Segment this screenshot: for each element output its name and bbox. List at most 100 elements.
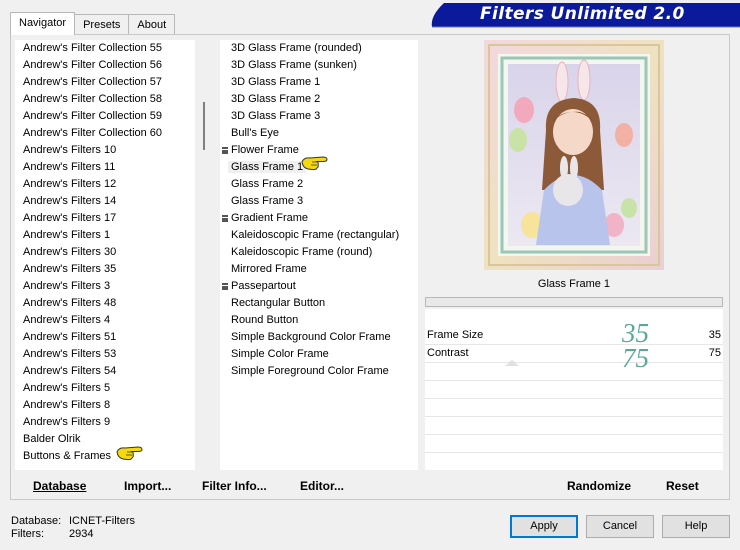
param-toolbar: Randomize Reset bbox=[425, 474, 723, 498]
category-item[interactable]: Balder Olrik bbox=[23, 431, 195, 448]
filter-info-button[interactable]: Filter Info... bbox=[202, 479, 267, 493]
database-button[interactable]: Database bbox=[33, 479, 86, 493]
category-item[interactable]: Andrew's Filters 51 bbox=[23, 329, 195, 346]
database-label: Database: bbox=[11, 515, 62, 527]
category-scrollbar[interactable] bbox=[196, 40, 212, 470]
category-item[interactable]: Andrew's Filter Collection 56 bbox=[23, 57, 195, 74]
category-item[interactable]: Andrew's Filters 3 bbox=[23, 278, 195, 295]
filter-item[interactable]: Gradient Frame bbox=[222, 210, 418, 227]
grip-marker-icon bbox=[222, 215, 228, 222]
filter-item[interactable]: Mirrored Frame bbox=[231, 261, 418, 278]
filter-item[interactable]: Glass Frame 3 bbox=[231, 193, 418, 210]
pointing-hand-icon bbox=[116, 446, 143, 461]
category-item[interactable]: Andrew's Filters 17 bbox=[23, 210, 195, 227]
filter-item[interactable]: 3D Glass Frame (sunken) bbox=[231, 57, 418, 74]
filter-item[interactable]: 3D Glass Frame 2 bbox=[231, 91, 418, 108]
category-item[interactable]: Andrew's Filters 54 bbox=[23, 363, 195, 380]
category-item[interactable]: Andrew's Filter Collection 55 bbox=[23, 40, 195, 57]
filter-item-label: 3D Glass Frame 2 bbox=[231, 93, 321, 105]
filter-item-label: Glass Frame 3 bbox=[231, 195, 304, 207]
randomize-button[interactable]: Randomize bbox=[567, 479, 631, 493]
filter-item-label: 3D Glass Frame (sunken) bbox=[231, 59, 357, 71]
category-item[interactable]: Andrew's Filter Collection 60 bbox=[23, 125, 195, 142]
category-item[interactable]: Andrew's Filters 11 bbox=[23, 159, 195, 176]
category-item[interactable]: Andrew's Filters 53 bbox=[23, 346, 195, 363]
filter-item[interactable]: Simple Foreground Color Frame bbox=[231, 363, 418, 380]
grip-marker-icon bbox=[222, 147, 228, 154]
tab-bar: Navigator Presets About bbox=[10, 12, 176, 35]
category-item[interactable]: Andrew's Filters 4 bbox=[23, 312, 195, 329]
apply-button[interactable]: Apply bbox=[510, 515, 578, 538]
reset-button[interactable]: Reset bbox=[666, 479, 699, 493]
editor-button[interactable]: Editor... bbox=[300, 479, 344, 493]
filter-item-label: Simple Foreground Color Frame bbox=[231, 365, 389, 377]
param-label: Contrast bbox=[427, 347, 469, 359]
param-value[interactable]: 35 bbox=[709, 329, 721, 341]
category-item[interactable]: Andrew's Filter Collection 57 bbox=[23, 74, 195, 91]
category-item[interactable]: Andrew's Filters 8 bbox=[23, 397, 195, 414]
category-item[interactable]: Andrew's Filters 9 bbox=[23, 414, 195, 431]
param-row-contrast[interactable]: Contrast 75 bbox=[425, 345, 723, 366]
filter-item[interactable]: Glass Frame 2 bbox=[231, 176, 418, 193]
empty-param-row bbox=[425, 363, 723, 381]
filter-item-label: Passepartout bbox=[231, 280, 296, 292]
empty-param-row bbox=[425, 435, 723, 453]
empty-param-row bbox=[425, 381, 723, 399]
filter-item[interactable]: Rectangular Button bbox=[231, 295, 418, 312]
filter-item-label: Simple Background Color Frame bbox=[231, 331, 391, 343]
preview-image bbox=[484, 40, 664, 270]
filter-item[interactable]: Kaleidoscopic Frame (rectangular) bbox=[231, 227, 418, 244]
category-item[interactable]: Andrew's Filters 12 bbox=[23, 176, 195, 193]
filter-item[interactable]: Bull's Eye bbox=[231, 125, 418, 142]
preview-panel bbox=[425, 40, 723, 270]
tab-presets[interactable]: Presets bbox=[74, 14, 130, 35]
filter-item[interactable]: Round Button bbox=[231, 312, 418, 329]
help-button[interactable]: Help bbox=[662, 515, 730, 538]
param-label: Frame Size bbox=[427, 329, 484, 341]
filter-item[interactable]: 3D Glass Frame (rounded) bbox=[231, 40, 418, 57]
filter-item[interactable]: 3D Glass Frame 1 bbox=[231, 74, 418, 91]
category-item[interactable]: Andrew's Filter Collection 58 bbox=[23, 91, 195, 108]
banner-title: Filters Unlimited 2.0 bbox=[480, 4, 685, 24]
progress-bar bbox=[425, 297, 723, 307]
import-button[interactable]: Import... bbox=[124, 479, 171, 493]
param-row-frame-size[interactable]: Frame Size 35 bbox=[425, 327, 723, 345]
filter-item-label: Kaleidoscopic Frame (rectangular) bbox=[231, 229, 400, 241]
filter-item-label: Mirrored Frame bbox=[231, 263, 307, 275]
category-item[interactable]: Andrew's Filters 5 bbox=[23, 380, 195, 397]
category-item[interactable]: Andrew's Filter Collection 59 bbox=[23, 108, 195, 125]
filter-item-label: 3D Glass Frame (rounded) bbox=[231, 42, 362, 54]
contrast-annotation: 75 bbox=[622, 343, 649, 373]
cancel-button[interactable]: Cancel bbox=[586, 515, 654, 538]
filter-item[interactable]: 3D Glass Frame 3 bbox=[231, 108, 418, 125]
filter-item-label: 3D Glass Frame 1 bbox=[231, 76, 321, 88]
empty-param-row bbox=[425, 399, 723, 417]
category-item[interactable]: Buttons & Frames bbox=[23, 448, 195, 465]
category-item[interactable]: Andrew's Filters 48 bbox=[23, 295, 195, 312]
filter-item[interactable]: Simple Color Frame bbox=[231, 346, 418, 363]
category-item[interactable]: Andrew's Filters 35 bbox=[23, 261, 195, 278]
database-value: ICNET-Filters bbox=[69, 515, 135, 527]
scrollbar-thumb[interactable] bbox=[203, 102, 205, 150]
category-list[interactable]: Andrew's Filter Collection 55 Andrew's Fi… bbox=[15, 40, 195, 470]
list-toolbar: Database Import... Filter Info... Editor… bbox=[15, 474, 418, 498]
grip-marker-icon bbox=[222, 283, 228, 290]
filter-item-label: Rectangular Button bbox=[231, 297, 326, 309]
category-item[interactable]: Andrew's Filters 10 bbox=[23, 142, 195, 159]
filter-item[interactable]: Passepartout bbox=[222, 278, 418, 295]
filter-item[interactable]: Kaleidoscopic Frame (round) bbox=[231, 244, 418, 261]
param-value[interactable]: 75 bbox=[709, 347, 721, 359]
filters-count: 2934 bbox=[69, 528, 94, 540]
filter-item[interactable]: Simple Background Color Frame bbox=[231, 329, 418, 346]
tab-about[interactable]: About bbox=[128, 14, 176, 35]
category-item[interactable]: Andrew's Filters 1 bbox=[23, 227, 195, 244]
filter-item-label: Glass Frame 1 bbox=[228, 161, 307, 173]
filter-list[interactable]: 3D Glass Frame (rounded) 3D Glass Frame (… bbox=[220, 40, 418, 470]
filter-item-label: Glass Frame 2 bbox=[231, 178, 304, 190]
category-item[interactable]: Andrew's Filters 30 bbox=[23, 244, 195, 261]
tab-navigator[interactable]: Navigator bbox=[10, 12, 76, 35]
category-item[interactable]: Andrew's Filters 14 bbox=[23, 193, 195, 210]
filters-label: Filters: bbox=[11, 528, 44, 540]
filter-item-label: Simple Color Frame bbox=[231, 348, 329, 360]
empty-param-row bbox=[425, 453, 723, 471]
